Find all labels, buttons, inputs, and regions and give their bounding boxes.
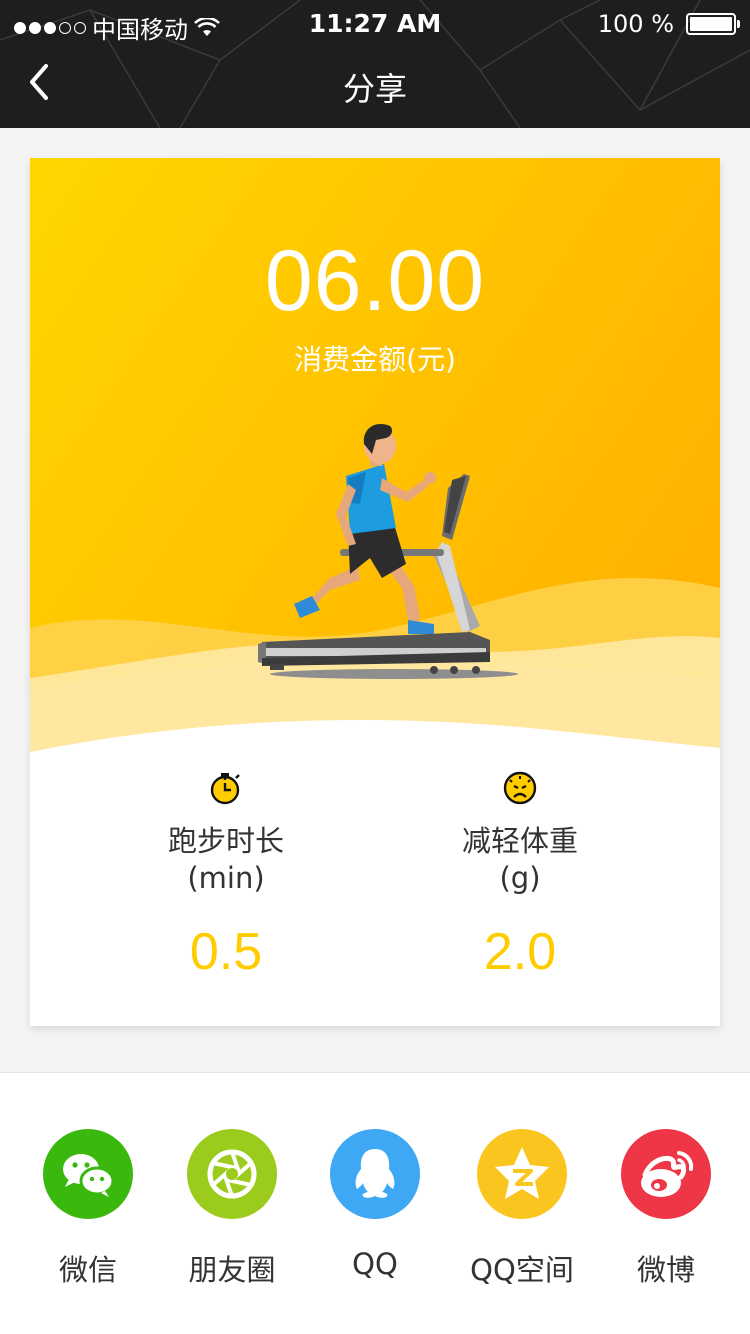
battery-percentage: 100 % <box>597 10 674 38</box>
share-panel: 微信 朋友圈 QQ QQ空间 微博 <box>0 1072 750 1334</box>
share-wechat-label: 微信 <box>58 1253 117 1287</box>
share-qq-label: QQ <box>352 1247 398 1281</box>
share-weibo-label: 微博 <box>636 1253 695 1287</box>
share-qq-button[interactable]: QQ <box>300 1129 450 1281</box>
share-weibo-button[interactable]: 微博 <box>591 1129 741 1289</box>
share-qzone-label: QQ空间 <box>470 1253 574 1287</box>
stat-weight-loss: 减轻体重 (g) 2.0 <box>390 770 650 982</box>
share-card: 06.00 消费金额(元) 跑步时长 (min) 0.5 减轻体重 (g) 2.… <box>30 158 720 1026</box>
top-bar: 中国移动 11:27 AM 100 % 分享 <box>0 0 750 128</box>
stat-run-duration-value: 0.5 <box>189 923 263 981</box>
consumption-amount: 06.00 <box>264 233 486 329</box>
qzone-icon <box>495 1147 549 1199</box>
wechat-icon <box>63 1154 115 1197</box>
stat-weight-loss-label: 减轻体重 <box>461 824 578 858</box>
stat-run-duration-label: 跑步时长 <box>167 824 284 858</box>
battery-icon <box>686 13 740 35</box>
share-wechat-button[interactable]: 微信 <box>13 1129 163 1289</box>
qq-icon <box>355 1149 395 1198</box>
stat-weight-loss-unit: (g) <box>499 861 541 895</box>
share-moments-label: 朋友圈 <box>188 1253 276 1287</box>
stopwatch-icon <box>210 773 240 805</box>
share-moments-button[interactable]: 朋友圈 <box>157 1129 307 1289</box>
stat-weight-loss-value: 2.0 <box>483 923 557 981</box>
status-bar: 中国移动 11:27 AM 100 % <box>0 0 750 48</box>
stat-run-duration-unit: (min) <box>187 861 265 895</box>
consumption-amount-label: 消费金额(元) <box>294 343 456 376</box>
sad-gauge-icon <box>503 771 537 805</box>
page-title: 分享 <box>342 70 407 108</box>
moments-icon <box>207 1149 257 1199</box>
weibo-icon <box>641 1151 694 1197</box>
share-qzone-button[interactable]: QQ空间 <box>447 1129 597 1289</box>
stat-run-duration: 跑步时长 (min) 0.5 <box>96 770 356 982</box>
